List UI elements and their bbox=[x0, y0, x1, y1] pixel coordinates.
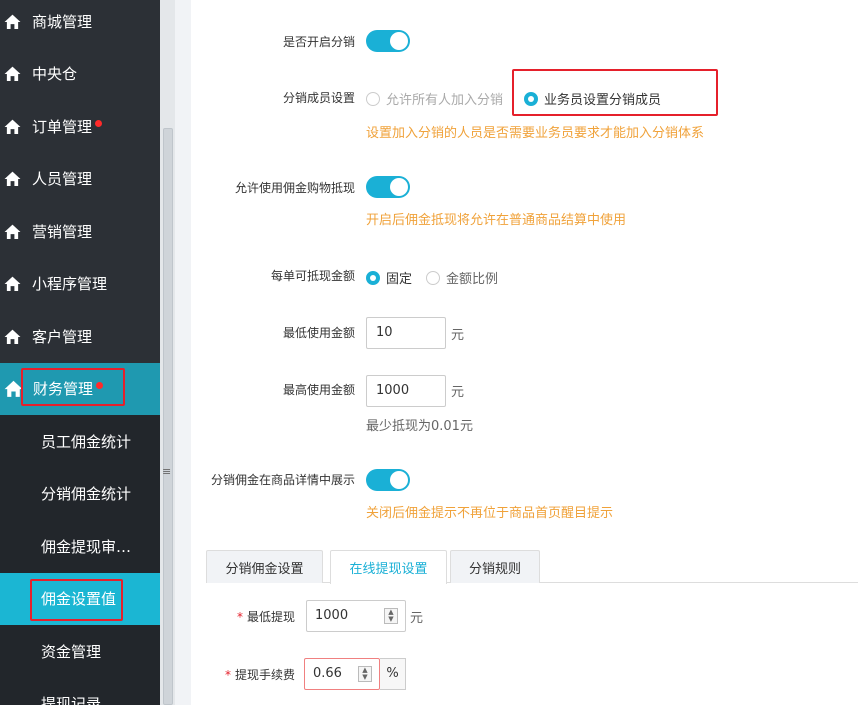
home-icon bbox=[4, 381, 23, 398]
fee-unit: % bbox=[380, 658, 406, 690]
subitem-label: 佣金提现审… bbox=[41, 537, 132, 556]
sidebar-item-label: 订单管理 bbox=[32, 117, 93, 136]
radio-allow-all[interactable]: 允许所有人加入分销 bbox=[366, 89, 503, 108]
sidebar-subitem-funds[interactable]: 资金管理 bbox=[0, 625, 160, 678]
stepper-arrows[interactable]: ▲ ▼ bbox=[358, 666, 372, 682]
grip-icon[interactable]: ≡ bbox=[162, 466, 171, 477]
max-amount-label: 最高使用金额 bbox=[282, 383, 355, 397]
toggle-knob bbox=[390, 178, 408, 196]
notification-dot bbox=[96, 382, 104, 390]
min-withdraw-label-text: 最低提现 bbox=[246, 610, 295, 624]
enable-distribution-label: 是否开启分销 bbox=[282, 35, 355, 49]
fee-input[interactable]: 0.66 ▲ ▼ bbox=[304, 658, 380, 690]
required-mark: * bbox=[236, 610, 243, 624]
subitem-label: 员工佣金统计 bbox=[41, 432, 132, 451]
radio-label: 金额比例 bbox=[446, 272, 499, 287]
radio-label: 业务员设置分销成员 bbox=[544, 93, 662, 108]
radio-label: 固定 bbox=[386, 272, 413, 287]
sidebar-item-label: 小程序管理 bbox=[32, 275, 108, 294]
radio-fixed[interactable]: 固定 bbox=[366, 268, 412, 287]
member-setting-hint: 设置加入分销的人员是否需要业务员要求才能加入分销体系 bbox=[366, 126, 705, 141]
sidebar-item-miniprogram[interactable]: 小程序管理 bbox=[0, 258, 160, 311]
fee-label-text: 提现手续费 bbox=[234, 668, 295, 682]
radio-circle bbox=[426, 270, 440, 285]
fee-value: 0.66 bbox=[313, 666, 342, 681]
sidebar-item-label: 客户管理 bbox=[32, 327, 93, 346]
subitem-label: 佣金设置值 bbox=[41, 590, 117, 609]
sidebar-subitem-withdraw-review[interactable]: 佣金提现审… bbox=[0, 520, 160, 573]
show-in-detail-label: 分销佣金在商品详情中展示 bbox=[210, 473, 355, 487]
home-icon bbox=[4, 276, 21, 292]
sidebar-item-label: 商城管理 bbox=[32, 12, 93, 31]
min-withdraw-label: * 最低提现 bbox=[237, 608, 295, 625]
toggle-knob bbox=[390, 32, 408, 50]
main-panel: 是否开启分销 分销成员设置 允许所有人加入分销 业务员设置分销成员 设置加入分销… bbox=[191, 0, 858, 705]
radio-circle bbox=[524, 91, 538, 106]
enable-distribution-toggle[interactable] bbox=[366, 30, 410, 52]
sidebar-subitem-staff-commission[interactable]: 员工佣金统计 bbox=[0, 415, 160, 468]
radio-label: 允许所有人加入分销 bbox=[386, 93, 504, 108]
sidebar-item-mall[interactable]: 商城管理 bbox=[0, 0, 160, 48]
down-arrow-icon[interactable]: ▼ bbox=[359, 674, 371, 681]
radio-circle bbox=[366, 91, 380, 106]
sidebar-item-customers[interactable]: 客户管理 bbox=[0, 310, 160, 363]
offset-amount-label: 每单可抵现金额 bbox=[270, 269, 355, 283]
toggle-knob bbox=[390, 471, 408, 489]
tab-online-withdraw[interactable]: 在线提现设置 bbox=[330, 550, 447, 584]
max-amount-input[interactable]: 1000 bbox=[366, 375, 446, 407]
sidebar-item-orders[interactable]: 订单管理 bbox=[0, 100, 160, 153]
sidebar-item-label: 财务管理 bbox=[33, 380, 94, 399]
home-icon bbox=[4, 66, 21, 82]
min-amount-input[interactable]: 10 bbox=[366, 317, 446, 349]
sidebar-item-label: 营销管理 bbox=[32, 222, 93, 241]
radio-salesperson-set[interactable]: 业务员设置分销成员 bbox=[524, 89, 661, 108]
min-amount-unit: 元 bbox=[451, 328, 465, 343]
sidebar: 商城管理 中央仓 订单管理 人员管理 营销管理 小程序管理 客户管理 财务管理 … bbox=[0, 0, 160, 705]
home-icon bbox=[4, 119, 21, 134]
commission-offset-toggle[interactable] bbox=[366, 176, 410, 198]
max-amount-hint: 最少抵现为0.01元 bbox=[366, 419, 473, 434]
tab-distribution-rules[interactable]: 分销规则 bbox=[450, 550, 540, 583]
min-withdraw-value: 1000 bbox=[315, 608, 349, 623]
scrollbar-track[interactable] bbox=[163, 128, 173, 705]
sidebar-subitem-withdraw-records[interactable]: 提现记录 bbox=[0, 677, 160, 705]
splitter[interactable]: ≡ bbox=[160, 0, 175, 705]
max-amount-unit: 元 bbox=[451, 385, 465, 400]
radio-circle bbox=[366, 270, 380, 285]
tab-distribution-commission[interactable]: 分销佣金设置 bbox=[206, 550, 323, 583]
member-setting-label: 分销成员设置 bbox=[282, 91, 355, 105]
home-icon bbox=[4, 171, 21, 187]
sidebar-item-central-warehouse[interactable]: 中央仓 bbox=[0, 48, 160, 101]
min-amount-label: 最低使用金额 bbox=[282, 326, 355, 340]
show-in-detail-toggle[interactable] bbox=[366, 469, 410, 491]
sidebar-item-label: 中央仓 bbox=[32, 65, 78, 84]
commission-offset-hint: 开启后佣金抵现将允许在普通商品结算中使用 bbox=[366, 213, 627, 228]
sidebar-subitem-distribution-commission[interactable]: 分销佣金统计 bbox=[0, 467, 160, 520]
subitem-label: 提现记录 bbox=[41, 695, 102, 705]
home-icon bbox=[4, 14, 21, 29]
required-mark: * bbox=[224, 668, 231, 682]
subitem-label: 资金管理 bbox=[41, 642, 102, 661]
sidebar-subitem-commission-settings[interactable]: 佣金设置值 bbox=[0, 572, 160, 625]
show-in-detail-hint: 关闭后佣金提示不再位于商品首页醒目提示 bbox=[366, 506, 614, 521]
home-icon bbox=[4, 224, 21, 239]
down-arrow-icon[interactable]: ▼ bbox=[385, 616, 397, 623]
notification-dot bbox=[95, 119, 103, 127]
sidebar-item-label: 人员管理 bbox=[32, 170, 93, 189]
commission-offset-label: 允许使用佣金购物抵现 bbox=[234, 181, 355, 195]
sidebar-item-staff[interactable]: 人员管理 bbox=[0, 153, 160, 206]
sidebar-item-finance[interactable]: 财务管理 bbox=[0, 362, 160, 415]
min-withdraw-input[interactable]: 1000 ▲ ▼ bbox=[306, 600, 406, 632]
subitem-label: 分销佣金统计 bbox=[41, 485, 132, 504]
stepper-arrows[interactable]: ▲ ▼ bbox=[384, 608, 398, 624]
fee-label: * 提现手续费 bbox=[225, 666, 295, 683]
min-withdraw-unit: 元 bbox=[410, 611, 424, 626]
sidebar-item-marketing[interactable]: 营销管理 bbox=[0, 205, 160, 258]
home-icon bbox=[4, 329, 21, 344]
radio-ratio[interactable]: 金额比例 bbox=[426, 268, 498, 287]
